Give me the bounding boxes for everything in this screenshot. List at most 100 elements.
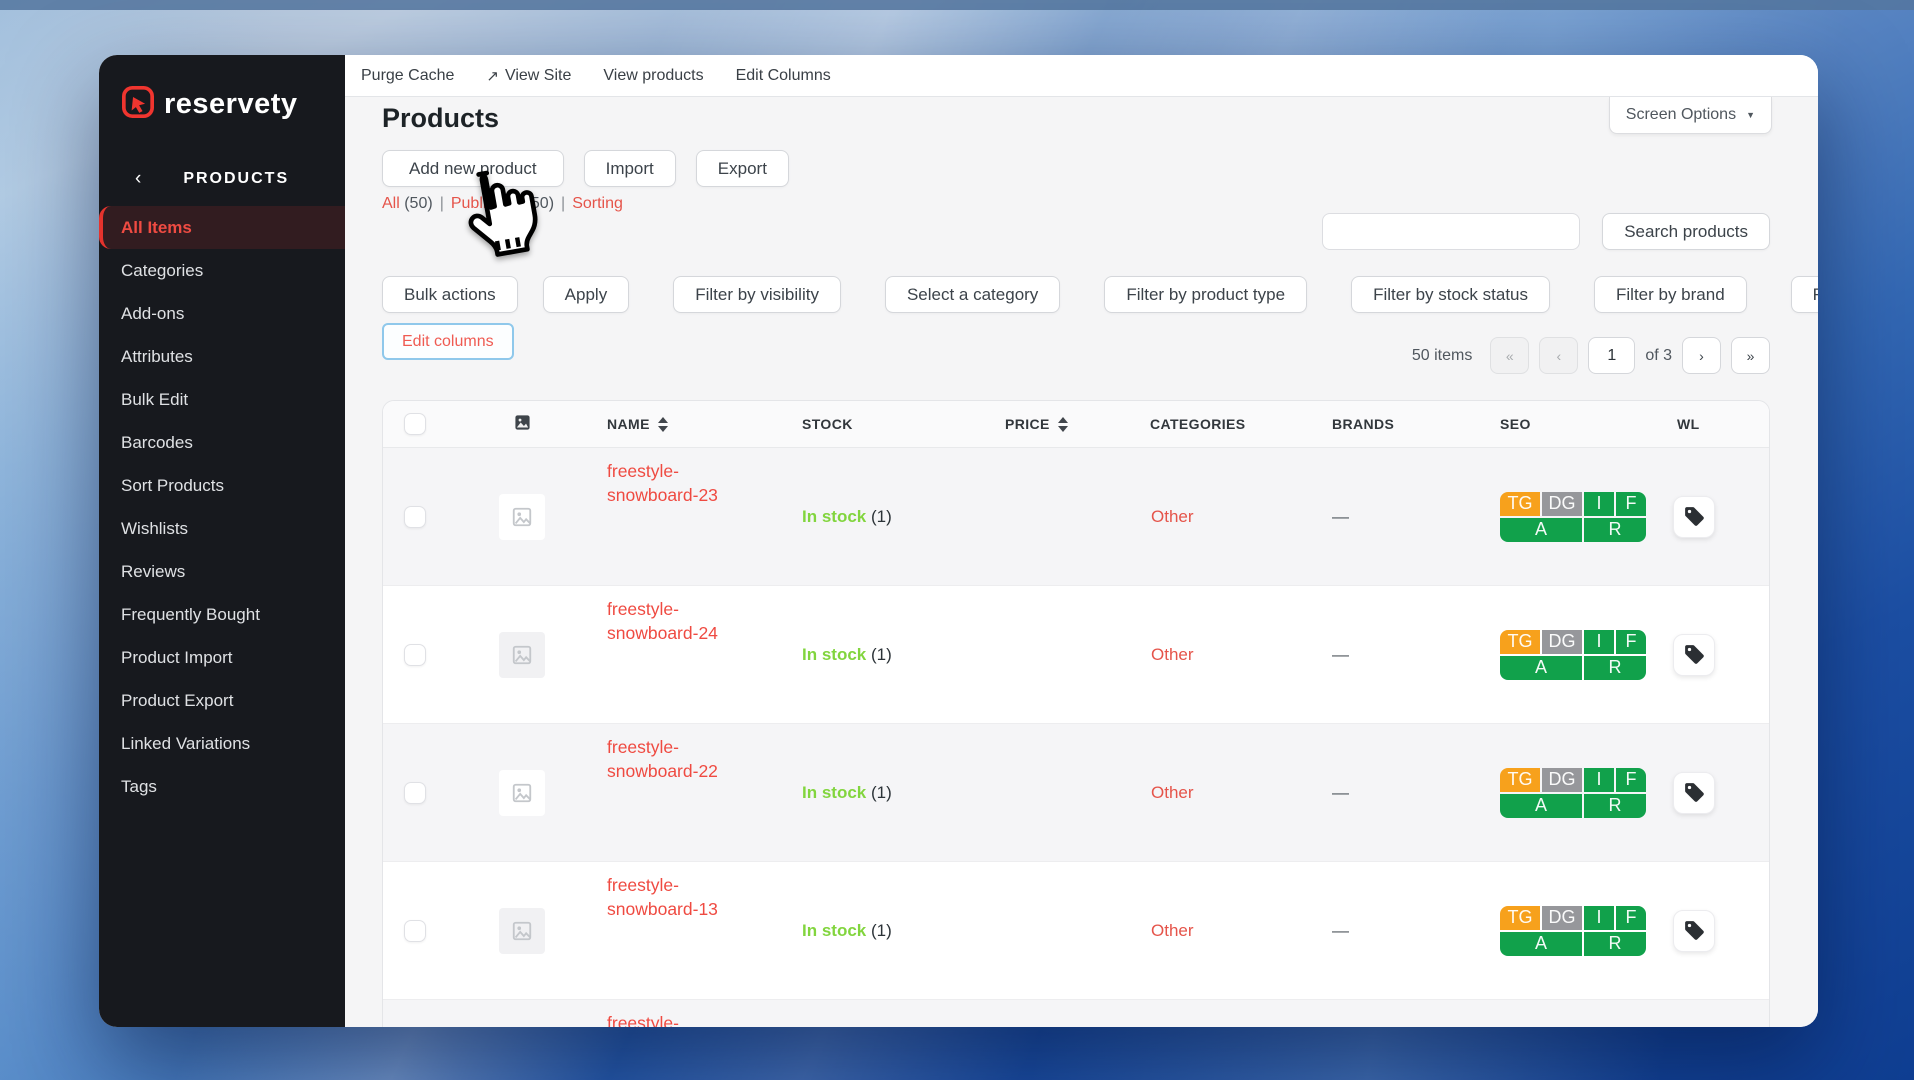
import-button[interactable]: Import xyxy=(584,150,676,187)
seo-badge-i: I xyxy=(1584,492,1614,516)
product-image-placeholder xyxy=(499,908,545,954)
sidebar-item-all-items[interactable]: All Items xyxy=(99,206,345,249)
sidebar-item-bulk-edit[interactable]: Bulk Edit xyxy=(99,378,345,421)
topbar-link-view-products[interactable]: View products xyxy=(603,67,703,85)
seo-badge-tg: TG xyxy=(1500,492,1540,516)
sidebar-item-add-ons[interactable]: Add-ons xyxy=(99,292,345,335)
search-input[interactable] xyxy=(1322,213,1580,250)
sidebar-item-barcodes[interactable]: Barcodes xyxy=(99,421,345,464)
seo-cell: TGDGIFAR xyxy=(1497,768,1667,818)
pagination: 50 items « ‹ of 3 › » xyxy=(1412,337,1770,374)
sidebar-item-linked-variations[interactable]: Linked Variations xyxy=(99,722,345,765)
column-label-wl: WL xyxy=(1677,416,1700,432)
image-column-icon xyxy=(514,414,531,434)
pagination-next-button[interactable]: › xyxy=(1682,337,1721,374)
sidebar-item-sort-products[interactable]: Sort Products xyxy=(99,464,345,507)
add-new-product-button[interactable]: Add new product xyxy=(382,150,564,187)
wishlist-tag-button[interactable] xyxy=(1673,634,1715,676)
export-button[interactable]: Export xyxy=(696,150,789,187)
sidebar-item-wishlists[interactable]: Wishlists xyxy=(99,507,345,550)
product-name-link[interactable]: freestyle-snowboard-24 xyxy=(597,586,797,645)
category-link[interactable]: Other xyxy=(1147,507,1332,527)
column-header-select xyxy=(383,413,447,435)
seo-badge-f: F xyxy=(1616,768,1646,792)
filter-by-brand-dropdown[interactable]: Filter by brand xyxy=(1594,276,1747,313)
category-link[interactable]: Other xyxy=(1147,921,1332,941)
row-checkbox[interactable] xyxy=(404,782,426,804)
sidebar-item-attributes[interactable]: Attributes xyxy=(99,335,345,378)
topbar-link-edit-columns[interactable]: Edit Columns xyxy=(736,67,831,85)
sidebar-item-frequently-bought[interactable]: Frequently Bought xyxy=(99,593,345,636)
column-header-name[interactable]: NAME xyxy=(597,416,797,432)
items-count: 50 items xyxy=(1412,347,1472,365)
product-name-link[interactable]: freestyle-snowboard-13 xyxy=(597,862,797,921)
seo-badges[interactable]: TGDGIFAR xyxy=(1500,768,1646,818)
column-label-categories: CATEGORIES xyxy=(1150,416,1246,432)
sidebar-item-categories[interactable]: Categories xyxy=(99,249,345,292)
sidebar-item-product-export[interactable]: Product Export xyxy=(99,679,345,722)
filters-row: Bulk actions Apply Filter by visibility Sel… xyxy=(382,276,1770,313)
sidebar-item-tags[interactable]: Tags xyxy=(99,765,345,808)
product-name-link[interactable]: freestyle-snowboard-22 xyxy=(597,724,797,783)
topbar-link-view-site[interactable]: ↗View Site xyxy=(486,67,571,85)
filter-button[interactable]: Filter xyxy=(1791,276,1818,313)
brand-cell: — xyxy=(1332,507,1497,527)
pagination-of-label: of 3 xyxy=(1645,347,1672,365)
row-checkbox[interactable] xyxy=(404,920,426,942)
seo-cell: TGDGIFAR xyxy=(1497,492,1667,542)
filter-by-stock-status-dropdown[interactable]: Filter by stock status xyxy=(1351,276,1550,313)
select-all-checkbox[interactable] xyxy=(404,413,426,435)
sidebar-item-product-import[interactable]: Product Import xyxy=(99,636,345,679)
product-name-link[interactable]: freestyle- xyxy=(597,1000,797,1027)
row-checkbox[interactable] xyxy=(404,644,426,666)
stock-count: (1) xyxy=(866,645,892,664)
view-filter-sorting[interactable]: Sorting xyxy=(572,195,623,213)
product-name-link[interactable]: freestyle-snowboard-23 xyxy=(597,448,797,507)
seo-badge-f: F xyxy=(1616,630,1646,654)
app-logo[interactable]: reservety xyxy=(99,55,345,124)
stock-cell: In stock (1) xyxy=(797,507,1002,527)
row-select-cell xyxy=(383,644,447,666)
edit-columns-button[interactable]: Edit columns xyxy=(382,323,514,360)
category-link[interactable]: Other xyxy=(1147,645,1332,665)
sidebar-nav: All ItemsCategoriesAdd-onsAttributesBulk… xyxy=(99,206,345,808)
view-filter-all[interactable]: All (50) xyxy=(382,195,433,213)
wishlist-tag-button[interactable] xyxy=(1673,910,1715,952)
topbar-links: Purge Cache ↗View Site View products Edit C… xyxy=(361,67,831,85)
product-row: freestyle-snowboard-24In stock (1)Other—… xyxy=(383,586,1769,724)
pagination-prev-button[interactable]: ‹ xyxy=(1539,337,1578,374)
search-products-button[interactable]: Search products xyxy=(1602,213,1770,250)
column-header-price[interactable]: PRICE xyxy=(1002,416,1147,432)
row-checkbox[interactable] xyxy=(404,506,426,528)
seo-badge-a: A xyxy=(1500,932,1582,956)
seo-badges[interactable]: TGDGIFAR xyxy=(1500,630,1646,680)
screen-options-button[interactable]: Screen Options ▼ xyxy=(1609,97,1772,134)
seo-badges[interactable]: TGDGIFAR xyxy=(1500,492,1646,542)
sidebar-section-header: ‹ PRODUCTS xyxy=(99,168,345,190)
sort-arrows-icon[interactable] xyxy=(658,417,668,432)
topbar-link-label: View products xyxy=(603,67,703,85)
product-image-placeholder xyxy=(499,632,545,678)
product-image-cell xyxy=(447,908,597,954)
column-label-seo: SEO xyxy=(1500,416,1531,432)
pagination-first-button[interactable]: « xyxy=(1490,337,1529,374)
collapse-chevron-icon[interactable]: ‹ xyxy=(135,168,141,190)
filter-by-visibility-dropdown[interactable]: Filter by visibility xyxy=(673,276,841,313)
sidebar-item-reviews[interactable]: Reviews xyxy=(99,550,345,593)
pagination-page-input[interactable] xyxy=(1588,337,1635,374)
filter-by-product-type-dropdown[interactable]: Filter by product type xyxy=(1104,276,1307,313)
apply-button[interactable]: Apply xyxy=(543,276,630,313)
view-filter-link: All xyxy=(382,195,400,212)
topbar-link-purge-cache[interactable]: Purge Cache xyxy=(361,67,454,85)
column-header-seo: SEO xyxy=(1497,416,1667,432)
wishlist-tag-button[interactable] xyxy=(1673,772,1715,814)
category-link[interactable]: Other xyxy=(1147,783,1332,803)
sort-arrows-icon[interactable] xyxy=(1058,417,1068,432)
seo-badges[interactable]: TGDGIFAR xyxy=(1500,906,1646,956)
bulk-actions-select[interactable]: Bulk actions xyxy=(382,276,518,313)
pagination-last-button[interactable]: » xyxy=(1731,337,1770,374)
wishlist-tag-button[interactable] xyxy=(1673,496,1715,538)
select-a-category-dropdown[interactable]: Select a category xyxy=(885,276,1060,313)
view-filter-published[interactable]: Published (50) xyxy=(451,195,554,213)
stock-count: (1) xyxy=(866,507,892,526)
